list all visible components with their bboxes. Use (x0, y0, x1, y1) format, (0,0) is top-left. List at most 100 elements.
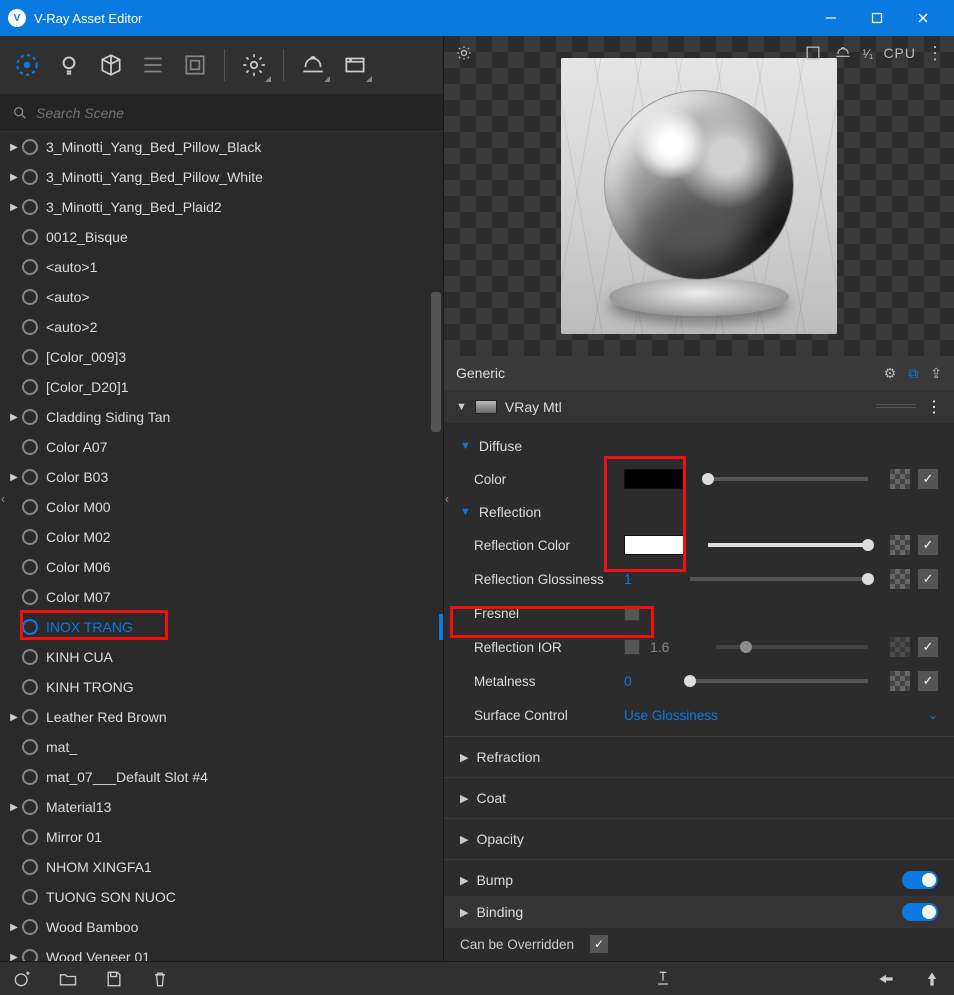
textures-tab[interactable] (176, 46, 214, 84)
maximize-button[interactable] (854, 0, 900, 36)
preview-settings-icon[interactable] (454, 43, 474, 63)
viewport-icon[interactable] (803, 43, 823, 63)
tree-item[interactable]: KINH TRONG (0, 672, 443, 702)
frame-buffer-button[interactable] (336, 46, 374, 84)
tree-item[interactable]: [Color_D20]1 (0, 372, 443, 402)
enable-checkbox[interactable] (918, 569, 938, 589)
tree-item[interactable]: KINH CUA (0, 642, 443, 672)
tree-item[interactable]: 0012_Bisque (0, 222, 443, 252)
settings-button[interactable] (235, 46, 273, 84)
param-value[interactable]: 0 (624, 673, 678, 689)
teapot-icon[interactable] (833, 43, 853, 63)
open-folder-button[interactable] (58, 969, 78, 989)
texture-slot-icon[interactable] (890, 637, 910, 657)
ior-link-checkbox[interactable] (624, 639, 640, 655)
binding-toggle[interactable] (902, 903, 938, 921)
enable-checkbox[interactable] (918, 671, 938, 691)
texture-slot-icon[interactable] (890, 469, 910, 489)
group-refraction[interactable]: ▶Refraction (444, 741, 954, 773)
add-attr-icon[interactable]: ⇪ (930, 365, 942, 382)
materials-tab[interactable] (8, 46, 46, 84)
slider[interactable] (708, 477, 868, 481)
preview-scale[interactable]: ¹⁄₁ (863, 46, 874, 61)
param-value[interactable]: 1.6 (650, 639, 704, 655)
tree-item[interactable]: [Color_009]3 (0, 342, 443, 372)
tree-item[interactable]: ▶Material13 (0, 792, 443, 822)
group-bump[interactable]: ▶Bump (444, 864, 954, 896)
enable-checkbox[interactable] (918, 469, 938, 489)
texture-slot-icon[interactable] (890, 535, 910, 555)
add-layer-icon[interactable]: ⧉ (908, 365, 918, 382)
expand-icon[interactable]: ▶ (8, 952, 20, 962)
tree-item[interactable]: Color M02 (0, 522, 443, 552)
add-asset-button[interactable] (12, 969, 32, 989)
tree-item[interactable]: <auto>1 (0, 252, 443, 282)
close-button[interactable] (900, 0, 946, 36)
lights-tab[interactable] (50, 46, 88, 84)
expand-icon[interactable]: ▶ (8, 922, 20, 933)
up-button[interactable] (922, 969, 942, 989)
tree-item[interactable]: INOX TRANG (0, 612, 443, 642)
tree-item[interactable]: Color M07 (0, 582, 443, 612)
preview-more-icon[interactable]: ⋮ (926, 44, 944, 62)
slider[interactable] (716, 645, 868, 649)
tree-item[interactable]: Mirror 01 (0, 822, 443, 852)
tree-item[interactable]: ▶3_Minotti_Yang_Bed_Pillow_White (0, 162, 443, 192)
render-mode-label[interactable]: CPU (883, 45, 916, 61)
tree-item[interactable]: Color M06 (0, 552, 443, 582)
scrollbar[interactable] (431, 132, 441, 961)
tree-item[interactable]: Color A07 (0, 432, 443, 462)
tree-item[interactable]: <auto> (0, 282, 443, 312)
group-diffuse[interactable]: ▼ Diffuse (444, 430, 954, 462)
material-more-icon[interactable]: ⋮ (926, 397, 942, 417)
enable-checkbox[interactable] (918, 637, 938, 657)
overridden-checkbox[interactable] (590, 935, 608, 953)
fresnel-checkbox[interactable] (624, 605, 640, 621)
tree-item[interactable]: ▶Leather Red Brown (0, 702, 443, 732)
expand-icon[interactable]: ▶ (8, 802, 20, 813)
group-opacity[interactable]: ▶Opacity (444, 823, 954, 855)
save-button[interactable] (104, 969, 124, 989)
delete-button[interactable] (150, 969, 170, 989)
tree-item[interactable]: ▶Wood Veneer 01 (0, 942, 443, 961)
search-input[interactable] (36, 105, 431, 121)
drag-handle-icon[interactable] (876, 404, 916, 410)
tree-item[interactable]: ▶Cladding Siding Tan (0, 402, 443, 432)
back-button[interactable] (876, 969, 896, 989)
expand-icon[interactable]: ▶ (8, 472, 20, 483)
slider[interactable] (708, 543, 868, 547)
tree-item[interactable]: ▶3_Minotti_Yang_Bed_Pillow_Black (0, 132, 443, 162)
surface-dropdown[interactable]: Use Glossiness (624, 708, 928, 723)
sliders-icon[interactable]: ⚙ (884, 365, 897, 382)
texture-slot-icon[interactable] (890, 569, 910, 589)
scrollbar-thumb[interactable] (431, 292, 441, 432)
param-value[interactable]: 1 (624, 571, 678, 587)
minimize-button[interactable] (808, 0, 854, 36)
color-swatch[interactable] (624, 535, 686, 555)
right-collapse-handle[interactable]: ‹ (442, 484, 452, 514)
tree-item[interactable]: TUONG SON NUOC (0, 882, 443, 912)
expand-icon[interactable]: ▶ (8, 202, 20, 213)
expand-icon[interactable]: ▶ (8, 712, 20, 723)
texture-slot-icon[interactable] (890, 671, 910, 691)
tree-item[interactable]: ▶Color B03 (0, 462, 443, 492)
group-reflection[interactable]: ▼ Reflection (444, 496, 954, 528)
group-coat[interactable]: ▶Coat (444, 782, 954, 814)
left-collapse-handle[interactable]: ‹ (0, 484, 8, 514)
tree-item[interactable]: ▶3_Minotti_Yang_Bed_Plaid2 (0, 192, 443, 222)
tree-item[interactable]: ▶Wood Bamboo (0, 912, 443, 942)
render-button[interactable] (294, 46, 332, 84)
purge-button[interactable] (653, 969, 673, 989)
tree-item[interactable]: Color M00 (0, 492, 443, 522)
tree-item[interactable]: NHOM XINGFA1 (0, 852, 443, 882)
tree-item[interactable]: mat_ (0, 732, 443, 762)
expand-icon[interactable]: ▶ (8, 172, 20, 183)
render-elements-tab[interactable] (134, 46, 172, 84)
bump-toggle[interactable] (902, 871, 938, 889)
asset-tree[interactable]: ▶3_Minotti_Yang_Bed_Pillow_Black▶3_Minot… (0, 132, 443, 961)
slider[interactable] (690, 577, 868, 581)
geometry-tab[interactable] (92, 46, 130, 84)
slider[interactable] (690, 679, 868, 683)
tree-item[interactable]: <auto>2 (0, 312, 443, 342)
color-swatch[interactable] (624, 469, 686, 489)
